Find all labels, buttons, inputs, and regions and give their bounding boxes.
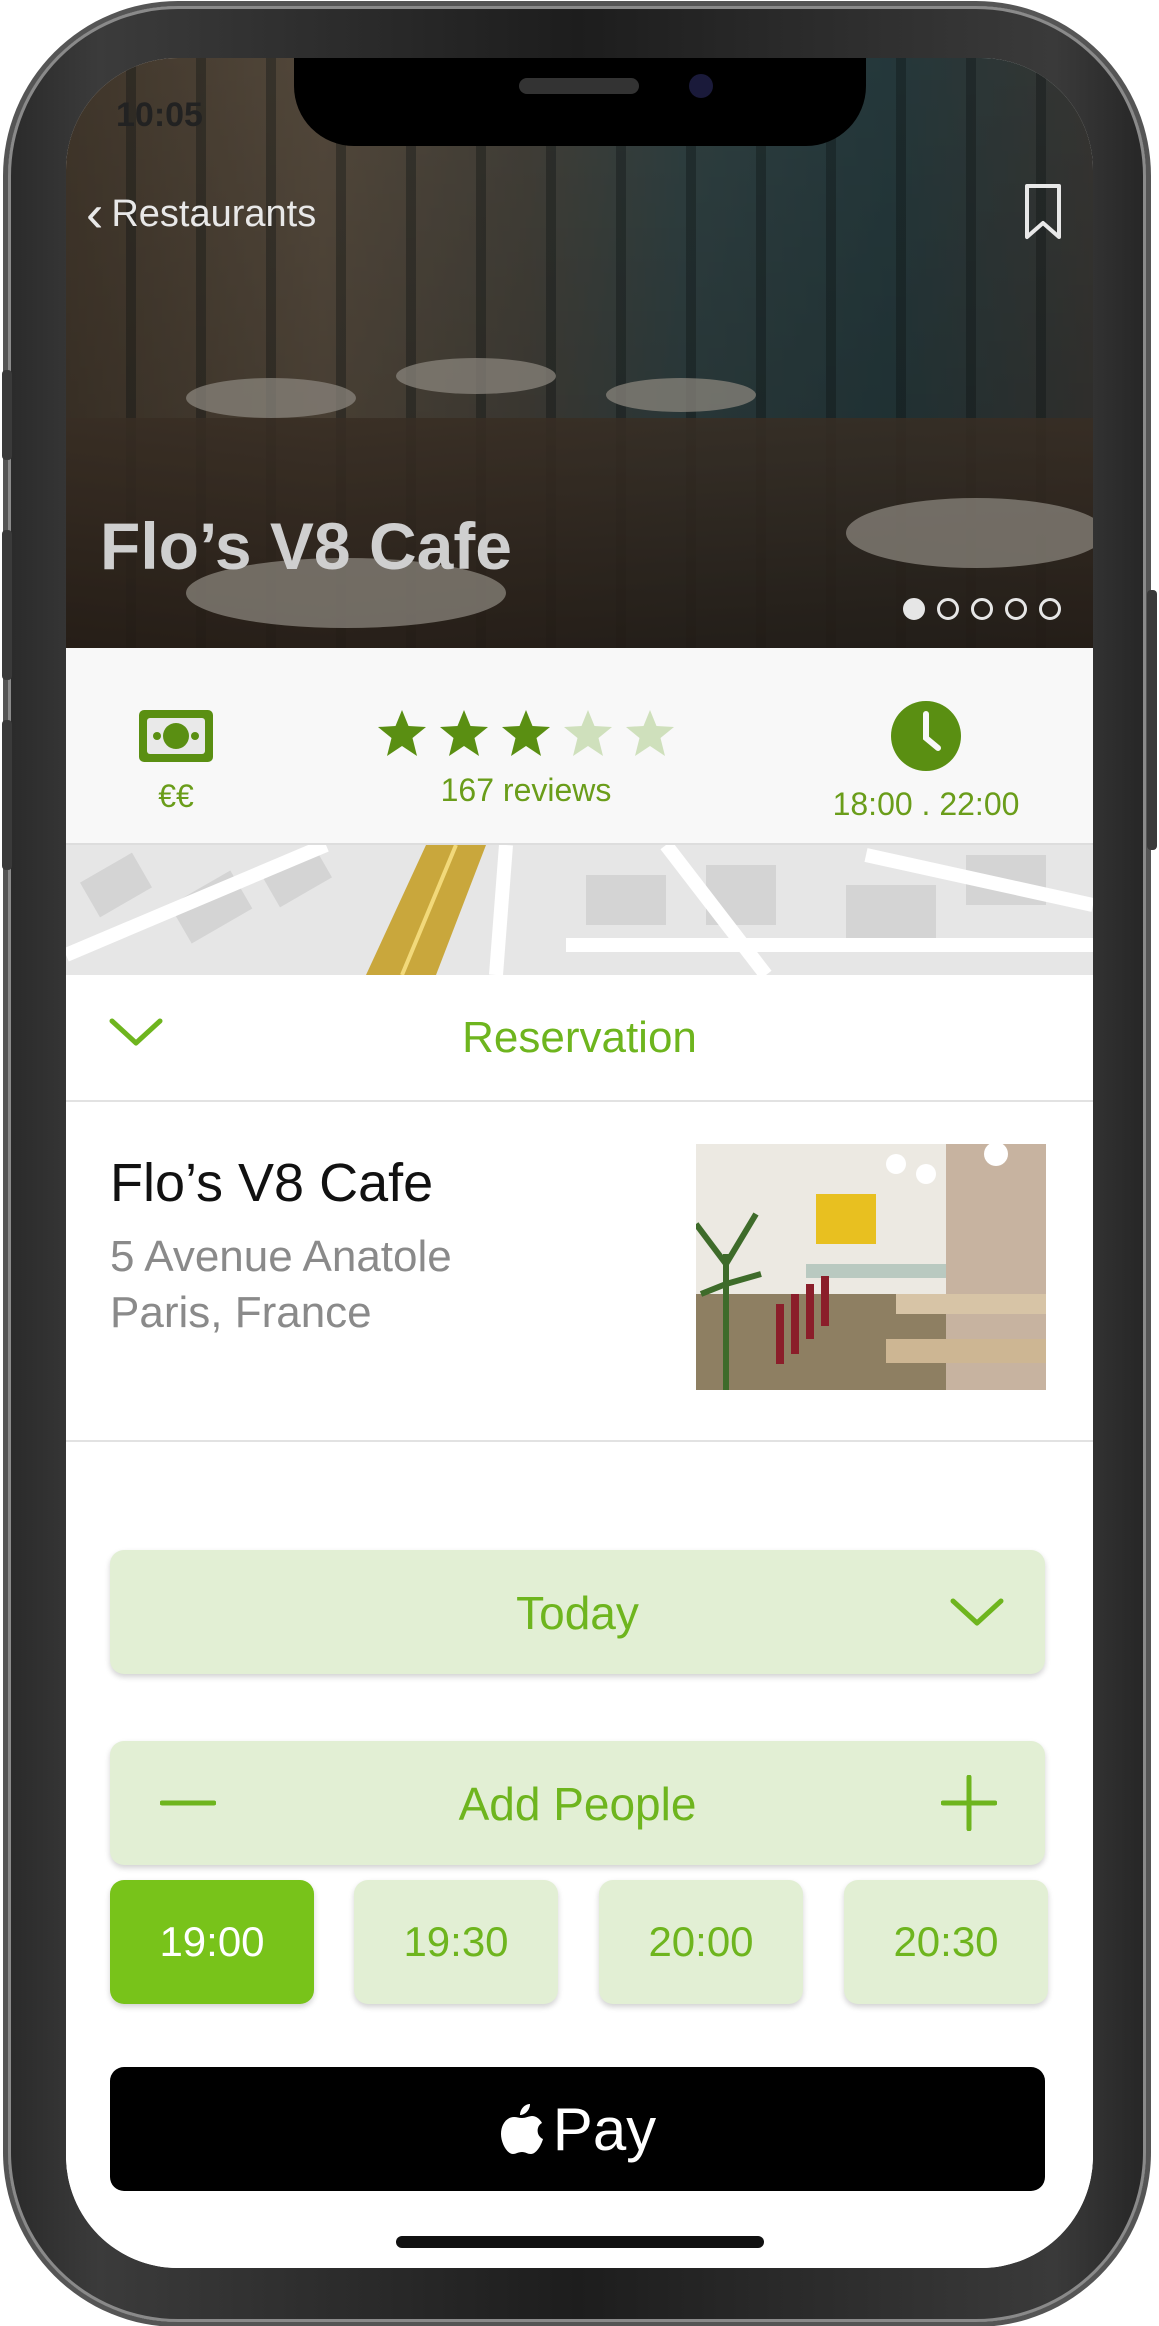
rating-info[interactable]: 167 reviews bbox=[366, 648, 686, 843]
sheet-header: Reservation bbox=[66, 975, 1093, 1102]
sheet-title: Reservation bbox=[462, 1013, 697, 1062]
pay-label: Pay bbox=[552, 2095, 657, 2163]
camera bbox=[689, 74, 713, 98]
money-icon bbox=[139, 710, 213, 762]
map-preview[interactable] bbox=[66, 845, 1093, 975]
volume-down-button bbox=[2, 720, 12, 870]
notch bbox=[294, 58, 866, 146]
date-dropdown[interactable]: Today bbox=[110, 1550, 1045, 1674]
people-stepper: Add People bbox=[110, 1741, 1045, 1865]
star-empty-icon bbox=[564, 710, 612, 756]
time-slot-button[interactable]: 20:30 bbox=[844, 1880, 1048, 2004]
home-indicator bbox=[396, 2236, 764, 2248]
page-dot[interactable] bbox=[1039, 598, 1061, 620]
star-filled-icon bbox=[440, 710, 488, 756]
restaurant-name: Flo’s V8 Cafe bbox=[110, 1153, 434, 1213]
volume-up-button bbox=[2, 530, 12, 680]
time-slot-button[interactable]: 19:00 bbox=[110, 1880, 314, 2004]
address-line1: 5 Avenue Anatole bbox=[110, 1232, 452, 1281]
time-slot-button[interactable]: 20:00 bbox=[599, 1880, 803, 2004]
status-time: 10:05 bbox=[116, 96, 203, 134]
page-dot[interactable] bbox=[971, 598, 993, 620]
plus-icon[interactable] bbox=[941, 1775, 997, 1831]
restaurant-photo bbox=[696, 1144, 1046, 1390]
date-value: Today bbox=[516, 1587, 639, 1639]
address-line2: Paris, France bbox=[110, 1288, 372, 1337]
chevron-down-icon bbox=[950, 1598, 1004, 1626]
reviews-label: 167 reviews bbox=[440, 772, 612, 808]
star-empty-icon bbox=[626, 710, 674, 756]
photo-page-indicator[interactable] bbox=[903, 598, 1061, 620]
page-dot[interactable] bbox=[1005, 598, 1027, 620]
apple-pay-button[interactable]: Pay bbox=[110, 2067, 1045, 2191]
apple-logo-icon bbox=[500, 2104, 543, 2154]
screen: 10:05 ‹ Restaurants Flo’s V8 Cafe €€ 167… bbox=[66, 58, 1093, 2268]
rating-stars bbox=[376, 708, 676, 758]
page-dot[interactable] bbox=[937, 598, 959, 620]
back-button-label: Restaurants bbox=[111, 192, 317, 235]
price-info: €€ bbox=[126, 648, 226, 843]
bookmark-icon[interactable] bbox=[1023, 183, 1063, 241]
people-label: Add People bbox=[458, 1778, 697, 1830]
hero-title: Flo’s V8 Cafe bbox=[100, 509, 513, 583]
price-label: €€ bbox=[158, 778, 194, 814]
hours-label: 18:00 . 22:00 bbox=[832, 786, 1020, 822]
star-filled-icon bbox=[502, 710, 550, 756]
info-strip: €€ 167 reviews 18:00 . 22:00 bbox=[66, 648, 1093, 845]
chevron-left-icon: ‹ bbox=[86, 185, 104, 243]
star-filled-icon bbox=[378, 710, 426, 756]
power-button bbox=[1147, 590, 1157, 850]
back-button[interactable]: ‹ Restaurants bbox=[86, 188, 316, 240]
time-slot-button[interactable]: 19:30 bbox=[354, 1880, 558, 2004]
page-dot[interactable] bbox=[903, 598, 925, 620]
speaker bbox=[519, 78, 639, 94]
restaurant-card: Flo’s V8 Cafe 5 Avenue Anatole Paris, Fr… bbox=[66, 1102, 1093, 1442]
hours-info: 18:00 . 22:00 bbox=[806, 648, 1046, 843]
volume-button bbox=[2, 370, 12, 460]
clock-icon bbox=[891, 701, 961, 771]
